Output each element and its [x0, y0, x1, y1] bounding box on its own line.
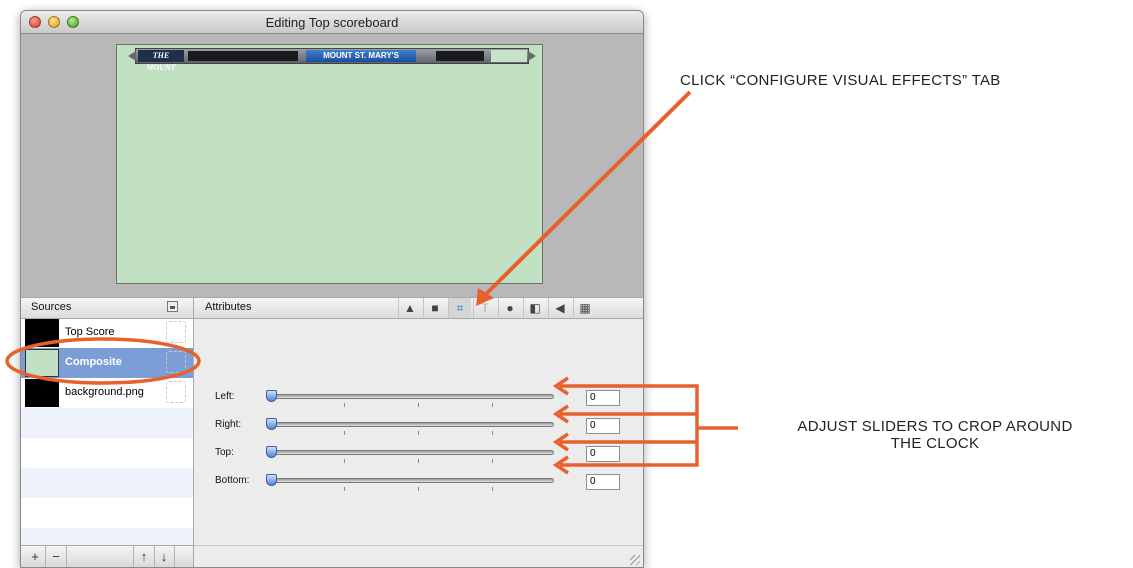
tab-arrow-line [480, 90, 692, 300]
slider-note-line1: ADJUST SLIDERS TO CROP AROUND [797, 418, 1073, 435]
slider-bracket [560, 384, 699, 467]
tab-instruction-note: CLICK “CONFIGURE VISUAL EFFECTS” TAB [680, 72, 1001, 89]
composite-highlight-ellipse [5, 337, 201, 385]
slider-note-line2: THE CLOCK [890, 435, 980, 452]
slider-instruction-note: ADJUST SLIDERS TO CROP AROUND THE CLOCK [742, 418, 1128, 452]
